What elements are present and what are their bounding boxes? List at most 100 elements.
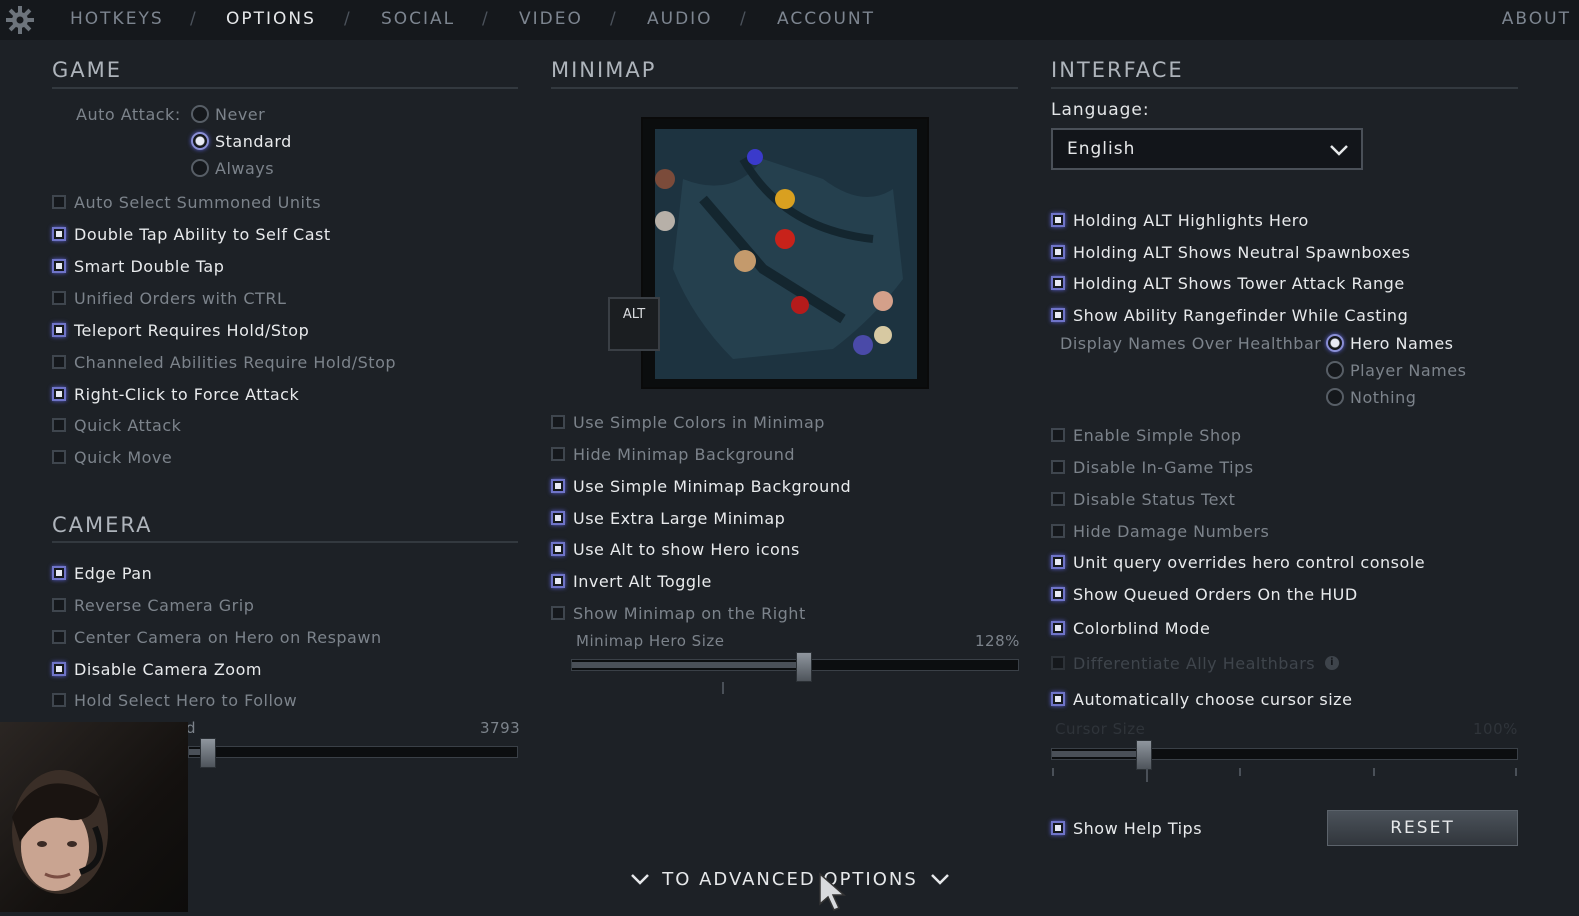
minimap-hero-size-slider[interactable] xyxy=(571,659,1019,671)
advanced-options-button[interactable]: TO ADVANCED OPTIONS xyxy=(630,864,950,894)
checkbox[interactable] xyxy=(551,574,565,588)
slider-tick xyxy=(1146,768,1148,782)
tab-social[interactable]: SOCIAL xyxy=(381,9,455,29)
radio-button[interactable] xyxy=(191,159,209,177)
checkbox[interactable] xyxy=(1051,492,1065,506)
radio-display-hero-names[interactable]: Hero Names xyxy=(1326,332,1454,354)
checkbox[interactable] xyxy=(1051,555,1065,569)
checkbox[interactable] xyxy=(551,479,565,493)
nav-separator: / xyxy=(190,9,196,29)
language-dropdown[interactable]: English xyxy=(1051,128,1363,170)
checkbox-edge-pan[interactable]: Edge Pan xyxy=(52,562,152,584)
checkbox-double-tap-self-cast[interactable]: Double Tap Ability to Self Cast xyxy=(52,223,331,245)
checkbox[interactable] xyxy=(1051,821,1065,835)
checkbox[interactable] xyxy=(551,415,565,429)
tab-options[interactable]: OPTIONS xyxy=(226,9,316,29)
checkbox-disable-ingame-tips[interactable]: Disable In-Game Tips xyxy=(1051,456,1254,478)
checkbox[interactable] xyxy=(52,195,66,209)
checkbox-alt-neutral-spawnboxes[interactable]: Holding ALT Shows Neutral Spawnboxes xyxy=(1051,241,1410,263)
checkbox[interactable] xyxy=(52,387,66,401)
checkbox[interactable] xyxy=(52,323,66,337)
tab-hotkeys[interactable]: HOTKEYS xyxy=(70,9,164,29)
checkbox[interactable] xyxy=(52,450,66,464)
checkbox-extra-large-minimap[interactable]: Use Extra Large Minimap xyxy=(551,507,785,529)
checkbox[interactable] xyxy=(1051,428,1065,442)
checkbox[interactable] xyxy=(52,662,66,676)
checkbox[interactable] xyxy=(52,693,66,707)
checkbox-right-click-force-attack[interactable]: Right-Click to Force Attack xyxy=(52,383,299,405)
checkbox-show-help-tips[interactable]: Show Help Tips xyxy=(1051,817,1202,839)
radio-button[interactable] xyxy=(191,132,209,150)
checkbox[interactable] xyxy=(52,598,66,612)
radio-auto-attack-standard[interactable]: Standard xyxy=(191,130,292,152)
checkbox[interactable] xyxy=(1051,621,1065,635)
checkbox-center-camera-respawn[interactable]: Center Camera on Hero on Respawn xyxy=(52,626,382,648)
radio-button[interactable] xyxy=(191,105,209,123)
checkbox[interactable] xyxy=(1051,460,1065,474)
tab-audio[interactable]: AUDIO xyxy=(647,9,713,29)
checkbox-ability-rangefinder[interactable]: Show Ability Rangefinder While Casting xyxy=(1051,304,1408,326)
radio-button[interactable] xyxy=(1326,334,1344,352)
checkbox-hide-damage-numbers[interactable]: Hide Damage Numbers xyxy=(1051,520,1269,542)
checkbox-minimap-on-right[interactable]: Show Minimap on the Right xyxy=(551,602,806,624)
checkbox[interactable] xyxy=(1051,524,1065,538)
radio-button[interactable] xyxy=(1326,361,1344,379)
slider-tick xyxy=(1239,768,1241,776)
checkbox-unit-query-overrides[interactable]: Unit query overrides hero control consol… xyxy=(1051,551,1425,573)
checkbox-channeled-hold-stop[interactable]: Channeled Abilities Require Hold/Stop xyxy=(52,351,396,373)
camera-section-title: CAMERA xyxy=(52,513,153,537)
radio-auto-attack-always[interactable]: Always xyxy=(191,157,274,179)
camera-speed-slider[interactable] xyxy=(188,746,518,758)
checkbox-disable-status-text[interactable]: Disable Status Text xyxy=(1051,488,1235,510)
tab-about[interactable]: ABOUT xyxy=(1502,9,1571,29)
checkbox[interactable] xyxy=(1051,213,1065,227)
radio-display-player-names[interactable]: Player Names xyxy=(1326,359,1466,381)
tab-account[interactable]: ACCOUNT xyxy=(777,9,875,29)
radio-display-nothing[interactable]: Nothing xyxy=(1326,386,1416,408)
checkbox[interactable] xyxy=(1051,692,1065,706)
checkbox[interactable] xyxy=(1051,587,1065,601)
checkbox-teleport-hold-stop[interactable]: Teleport Requires Hold/Stop xyxy=(52,319,309,341)
checkbox-colorblind-mode[interactable]: Colorblind Mode xyxy=(1051,617,1210,639)
checkbox-simple-colors-minimap[interactable]: Use Simple Colors in Minimap xyxy=(551,411,825,433)
checkbox-enable-simple-shop[interactable]: Enable Simple Shop xyxy=(1051,424,1242,446)
radio-auto-attack-never[interactable]: Never xyxy=(191,103,265,125)
gear-icon[interactable] xyxy=(4,4,36,36)
checkbox-auto-select-summoned-units[interactable]: Auto Select Summoned Units xyxy=(52,191,321,213)
checkbox-alt-show-hero-icons[interactable]: Use Alt to show Hero icons xyxy=(551,538,800,560)
checkbox-quick-move[interactable]: Quick Move xyxy=(52,446,172,468)
checkbox-smart-double-tap[interactable]: Smart Double Tap xyxy=(52,255,224,277)
checkbox[interactable] xyxy=(551,606,565,620)
checkbox-reverse-camera-grip[interactable]: Reverse Camera Grip xyxy=(52,594,254,616)
checkbox[interactable] xyxy=(1051,276,1065,290)
checkbox[interactable] xyxy=(551,511,565,525)
minimap-hero-size-slider-thumb[interactable] xyxy=(796,652,812,682)
checkbox[interactable] xyxy=(52,259,66,273)
checkbox[interactable] xyxy=(1051,308,1065,322)
checkbox[interactable] xyxy=(52,418,66,432)
checkbox-auto-cursor-size[interactable]: Automatically choose cursor size xyxy=(1051,688,1352,710)
checkbox-simple-minimap-background[interactable]: Use Simple Minimap Background xyxy=(551,475,851,497)
checkbox[interactable] xyxy=(52,227,66,241)
checkbox-disable-camera-zoom[interactable]: Disable Camera Zoom xyxy=(52,658,262,680)
tab-video[interactable]: VIDEO xyxy=(519,9,583,29)
checkbox[interactable] xyxy=(1051,245,1065,259)
checkbox[interactable] xyxy=(52,355,66,369)
checkbox-unified-orders-ctrl[interactable]: Unified Orders with CTRL xyxy=(52,287,286,309)
checkbox-invert-alt-toggle[interactable]: Invert Alt Toggle xyxy=(551,570,712,592)
checkbox[interactable] xyxy=(52,291,66,305)
checkbox[interactable] xyxy=(52,630,66,644)
checkbox-alt-tower-attack-range[interactable]: Holding ALT Shows Tower Attack Range xyxy=(1051,272,1405,294)
camera-speed-slider-thumb[interactable] xyxy=(200,738,216,768)
radio-button[interactable] xyxy=(1326,388,1344,406)
checkbox-hold-select-hero-follow[interactable]: Hold Select Hero to Follow xyxy=(52,689,297,711)
reset-button[interactable]: RESET xyxy=(1327,810,1518,846)
info-icon[interactable]: i xyxy=(1325,656,1340,670)
checkbox-alt-highlights-hero[interactable]: Holding ALT Highlights Hero xyxy=(1051,209,1309,231)
checkbox[interactable] xyxy=(551,542,565,556)
checkbox[interactable] xyxy=(551,447,565,461)
checkbox-quick-attack[interactable]: Quick Attack xyxy=(52,414,181,436)
checkbox-show-queued-orders[interactable]: Show Queued Orders On the HUD xyxy=(1051,583,1358,605)
checkbox-hide-minimap-background[interactable]: Hide Minimap Background xyxy=(551,443,795,465)
checkbox[interactable] xyxy=(52,566,66,580)
